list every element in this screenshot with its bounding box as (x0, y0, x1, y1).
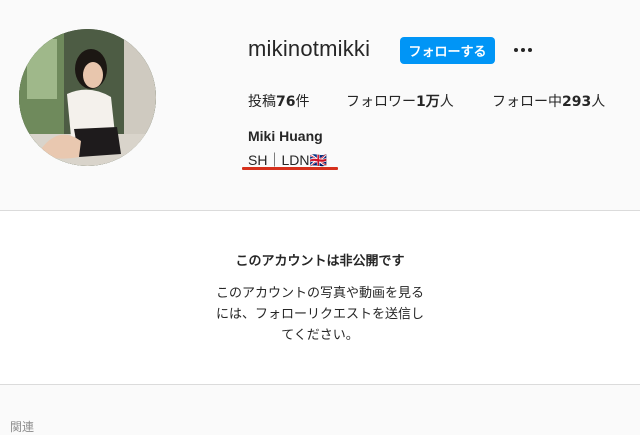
description-line: このアカウントの写真や動画を見る (215, 286, 424, 301)
following-suffix: 人 (591, 94, 606, 110)
dot-icon (528, 48, 532, 52)
posts-value: 76 (276, 94, 296, 110)
posts-label: 投稿 (248, 94, 276, 110)
posts-count: 投稿76件 (248, 91, 309, 111)
followers-label: フォロワー (346, 94, 416, 110)
following-count[interactable]: フォロー中293人 (492, 91, 605, 111)
followers-suffix: 人 (439, 94, 454, 110)
posts-suffix: 件 (295, 94, 310, 110)
more-options-icon[interactable] (511, 38, 535, 62)
profile-username: mikinotmikki (248, 36, 371, 61)
profile-full-name: Miki Huang (248, 128, 323, 144)
profile-avatar[interactable] (19, 29, 156, 166)
private-account-description: このアカウントの写真や動画を見る には、フォローリクエストを送信し てください。 (0, 283, 640, 346)
bio-highlight-underline (242, 167, 338, 170)
dot-icon (514, 48, 518, 52)
private-account-title: このアカウントは非公開です (235, 254, 405, 269)
following-label: フォロー中 (492, 94, 562, 110)
divider (0, 384, 640, 385)
followers-count[interactable]: フォロワー1万人 (346, 91, 454, 111)
description-line: には、フォローリクエストを送信し (215, 307, 424, 322)
dot-icon (521, 48, 525, 52)
followers-value: 1万 (416, 94, 440, 110)
description-line: てください。 (281, 328, 359, 343)
follow-button[interactable]: フォローする (400, 37, 495, 64)
following-value: 293 (562, 94, 592, 110)
avatar-photo (19, 29, 156, 166)
